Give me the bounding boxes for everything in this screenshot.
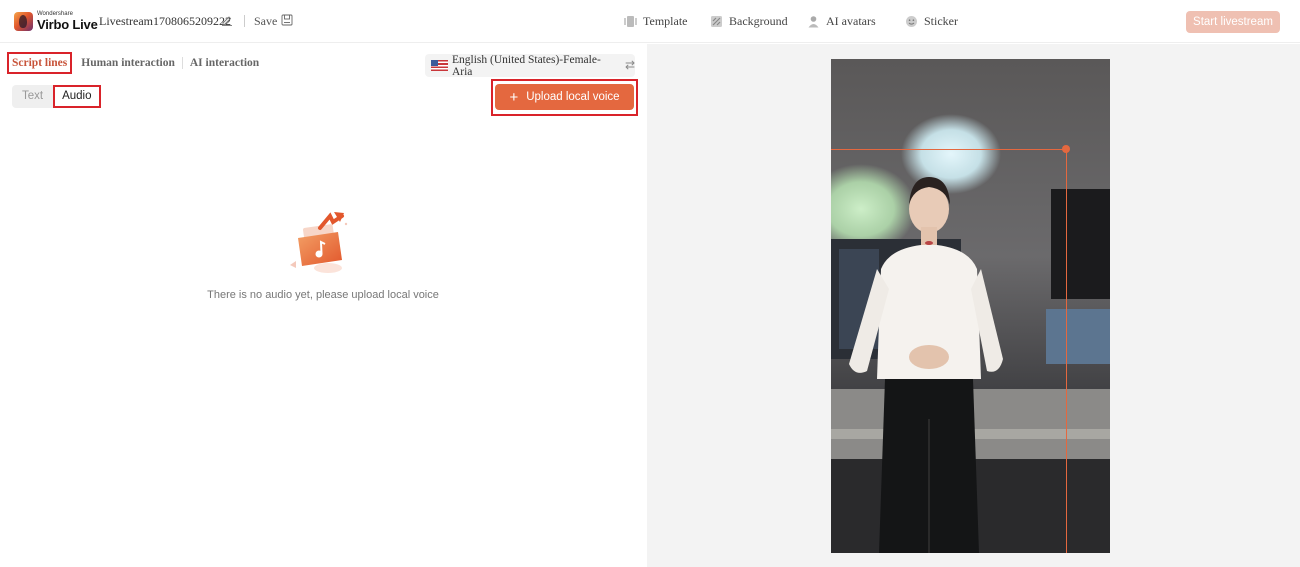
upload-local-voice-button[interactable]: + Upload local voice [495, 84, 634, 110]
save-icon[interactable] [281, 14, 293, 26]
app-logo: Wondershare Virbo Live [14, 11, 98, 31]
template-icon [624, 16, 637, 27]
virbo-logo-icon [14, 11, 33, 31]
swap-icon[interactable]: ⇄ [625, 58, 635, 73]
save-button[interactable]: Save [254, 14, 277, 29]
divider [244, 15, 245, 27]
tab-human-interaction[interactable]: Human interaction [81, 57, 175, 69]
toolbar-ai-avatars[interactable]: AI avatars [807, 14, 876, 29]
voice-selector[interactable]: English (United States)-Female-Aria ⇄ [425, 53, 635, 78]
tab-divider [181, 57, 183, 69]
toolbar-template[interactable]: Template [624, 14, 687, 29]
plus-icon: + [509, 88, 519, 106]
toolbar-ai-avatars-label: AI avatars [826, 14, 876, 28]
sticker-icon [906, 16, 917, 27]
livestream-preview-canvas[interactable] [831, 59, 1110, 553]
content-type-switch: Text Audio [12, 85, 101, 108]
resize-handle[interactable] [1062, 145, 1070, 153]
voice-name: English (United States)-Female-Aria [451, 53, 601, 78]
project-name[interactable]: Livestream1708065209222 [99, 14, 231, 29]
avatar-scene-image [831, 59, 1110, 553]
avatar-icon [808, 16, 819, 28]
top-bar: Wondershare Virbo Live Livestream1708065… [0, 0, 1300, 43]
subtab-audio[interactable]: Audio [53, 85, 101, 108]
empty-state-message: There is no audio yet, please upload loc… [207, 289, 439, 301]
brand-name: Virbo Live [37, 17, 98, 32]
selection-guide-horizontal [831, 149, 1066, 150]
tab-script-lines[interactable]: Script lines [7, 52, 73, 74]
subtab-text[interactable]: Text [12, 85, 53, 108]
preview-panel [647, 44, 1300, 567]
script-panel: Script lines Human interaction AI intera… [0, 44, 646, 567]
us-flag-icon [431, 60, 448, 71]
toolbar-background-label: Background [729, 14, 788, 28]
script-tabs: Script lines Human interaction AI intera… [7, 52, 259, 74]
tab-ai-interaction[interactable]: AI interaction [190, 57, 259, 69]
toolbar-background[interactable]: Background [710, 14, 788, 29]
selection-guide-vertical [1066, 149, 1067, 553]
toolbar-sticker-label: Sticker [924, 14, 958, 28]
toolbar-template-label: Template [643, 14, 688, 28]
empty-audio-illustration-icon [290, 212, 348, 273]
toolbar-sticker[interactable]: Sticker [905, 14, 958, 29]
upload-local-voice-label: Upload local voice [526, 91, 620, 103]
start-livestream-button[interactable]: Start livestream [1186, 11, 1280, 33]
background-icon [711, 16, 722, 27]
edit-pencil-icon[interactable] [221, 14, 233, 26]
